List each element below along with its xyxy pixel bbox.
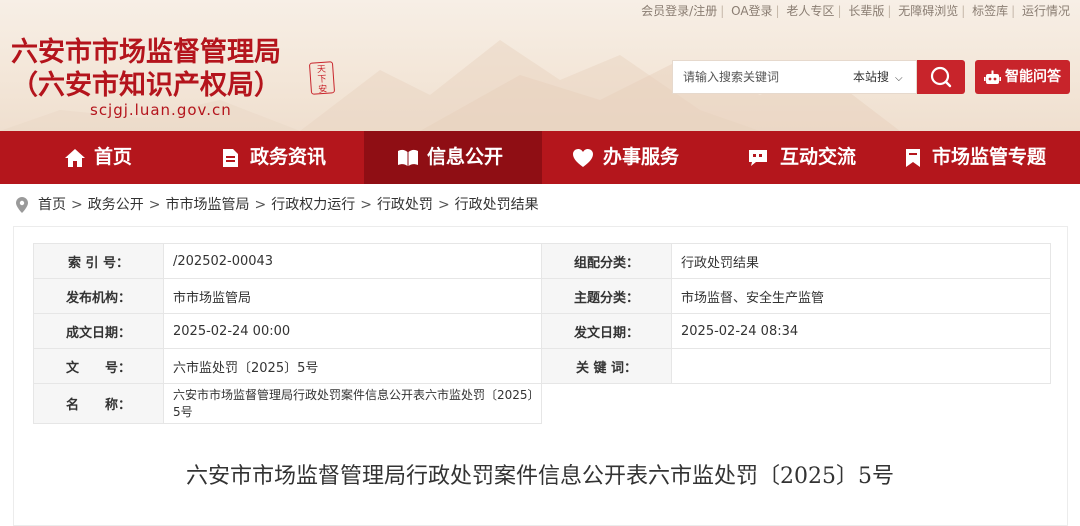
chat-icon: [749, 150, 767, 166]
document-icon: [223, 149, 238, 167]
nav-item-info-disclosure[interactable]: 信息公开: [364, 131, 542, 184]
meta-row: 成文日期： 2025-02-24 00:00 发文日期： 2025-02-24 …: [33, 313, 1051, 349]
meta-name-value: 六安市市场监督管理局行政处罚案件信息公开表六市监处罚〔2025〕5号: [163, 383, 542, 424]
meta-issued-label: 发文日期：: [541, 313, 672, 349]
meta-row: 文 号： 六市监处罚〔2025〕5号 关 键 词：: [33, 348, 1051, 384]
smart-qa-label: 智能问答: [1005, 69, 1061, 85]
meta-publisher-value: 市市场监管局: [163, 278, 542, 314]
search-button[interactable]: [917, 60, 965, 94]
meta-keywords-value: [671, 348, 1051, 384]
robot-icon: [984, 70, 1001, 84]
search-scope-label: 本站搜: [853, 70, 890, 84]
site-header: 会员登录/注册 | OA登录 | 老人专区 | 长辈版 | 无障碍浏览 | 标签库 | 运行…: [0, 0, 1080, 131]
link-tag-library[interactable]: 标签库: [972, 4, 1008, 18]
open-book-icon: [398, 149, 418, 166]
meta-topic-label: 主题分类：: [541, 278, 672, 314]
meta-docno-value: 六市监处罚〔2025〕5号: [163, 348, 542, 384]
site-url: scjgj.luan.gov.cn: [90, 101, 232, 119]
meta-category-label: 组配分类：: [541, 243, 672, 279]
document-meta-table: 索 引 号： /202502-00043 组配分类： 行政处罚结果 发布机构： …: [33, 243, 1051, 424]
breadcrumb-city-bureau[interactable]: 市市场监管局: [165, 197, 249, 213]
breadcrumb-penalty-results[interactable]: 行政处罚结果: [455, 197, 539, 213]
chevron-down-icon: ⌵: [895, 73, 903, 84]
nav-item-home[interactable]: 首页: [0, 131, 182, 184]
meta-docno-label: 文 号：: [33, 348, 164, 384]
breadcrumb-home[interactable]: 首页: [38, 197, 66, 213]
search-input[interactable]: [673, 61, 853, 93]
link-site-status[interactable]: 运行情况: [1022, 4, 1070, 18]
seal-logo: 天下安: [308, 61, 336, 95]
meta-empty-cell: [541, 383, 1051, 424]
breadcrumb-admin-power[interactable]: 行政权力运行: [271, 197, 355, 213]
meta-created-label: 成文日期：: [33, 313, 164, 349]
link-accessibility[interactable]: 无障碍浏览: [898, 4, 958, 18]
nav-label-info-disclosure: 信息公开: [427, 146, 504, 168]
meta-name-label: 名 称：: [33, 383, 164, 424]
location-pin-icon: [16, 197, 28, 213]
search-box: 本站搜 ⌵: [672, 60, 917, 94]
nav-label-home: 首页: [94, 146, 133, 168]
smart-qa-button[interactable]: 智能问答: [975, 60, 1070, 94]
meta-topic-value: 市场监督、安全生产监管: [671, 278, 1051, 314]
search-scope-select[interactable]: 本站搜 ⌵: [853, 61, 903, 93]
link-elderly-zone[interactable]: 老人专区: [786, 4, 834, 18]
meta-created-value: 2025-02-24 00:00: [163, 313, 542, 349]
meta-index-value: /202502-00043: [163, 243, 542, 279]
top-utility-links: 会员登录/注册 | OA登录 | 老人专区 | 长辈版 | 无障碍浏览 | 标签库 | 运行…: [641, 4, 1070, 18]
meta-row: 索 引 号： /202502-00043 组配分类： 行政处罚结果: [33, 243, 1051, 279]
meta-publisher-label: 发布机构：: [33, 278, 164, 314]
meta-row: 名 称： 六安市市场监督管理局行政处罚案件信息公开表六市监处罚〔2025〕5号: [33, 383, 1051, 424]
nav-item-services[interactable]: 办事服务: [542, 131, 720, 184]
nav-item-interaction[interactable]: 互动交流: [720, 131, 898, 184]
meta-index-label: 索 引 号：: [33, 243, 164, 279]
nav-label-interaction: 互动交流: [780, 146, 857, 168]
link-elder-version[interactable]: 长辈版: [848, 4, 884, 18]
link-oa-login[interactable]: OA登录: [731, 4, 772, 18]
nav-item-market-topics[interactable]: 市场监管专题: [898, 131, 1080, 184]
meta-category-value: 行政处罚结果: [671, 243, 1051, 279]
document-title: 六安市市场监督管理局行政处罚案件信息公开表六市监处罚〔2025〕5号: [186, 464, 894, 489]
bookmark-icon: [906, 149, 920, 167]
heart-icon: [573, 149, 593, 167]
breadcrumb-admin-penalty[interactable]: 行政处罚: [377, 197, 433, 213]
site-title-line2[interactable]: （六安市知识产权局）: [11, 63, 281, 102]
main-nav: 首页 政务资讯 信息公开 办事服务 互动交流 市场监管专题: [0, 131, 1080, 184]
nav-item-news[interactable]: 政务资讯: [182, 131, 364, 184]
nav-label-market-topics: 市场监管专题: [932, 146, 1047, 168]
home-icon: [65, 149, 85, 167]
meta-issued-value: 2025-02-24 08:34: [671, 313, 1051, 349]
meta-row: 发布机构： 市市场监管局 主题分类： 市场监督、安全生产监管: [33, 278, 1051, 314]
search-icon: [930, 66, 952, 88]
link-member-login[interactable]: 会员登录/注册: [641, 4, 717, 18]
breadcrumb-gov-affairs[interactable]: 政务公开: [88, 197, 144, 213]
nav-label-services: 办事服务: [603, 146, 680, 168]
nav-label-news: 政务资讯: [250, 146, 327, 168]
meta-keywords-label: 关 键 词：: [541, 348, 672, 384]
